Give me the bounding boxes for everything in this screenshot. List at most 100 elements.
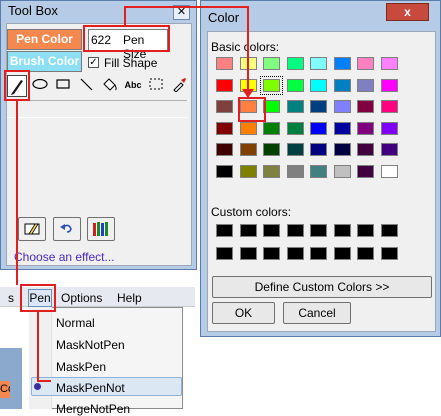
basic-color-swatch[interactable] [380, 164, 398, 178]
custom-color-swatch[interactable] [239, 247, 257, 260]
basic-color-swatch[interactable] [216, 164, 233, 178]
rectangle-tool-button[interactable] [54, 76, 72, 94]
fill-bucket-icon [103, 78, 117, 91]
custom-color-swatch[interactable] [263, 247, 280, 260]
pen-tool-annotation [4, 70, 30, 101]
background-window-strip [0, 348, 22, 409]
basic-color-swatch[interactable] [357, 121, 374, 135]
dropdown-item-normal[interactable]: Normal [56, 316, 95, 330]
basic-color-swatch[interactable] [357, 78, 374, 92]
menu-item-partial[interactable]: s [8, 291, 14, 305]
custom-color-swatch[interactable] [310, 224, 327, 237]
eraser-button[interactable] [18, 217, 46, 241]
line-icon [80, 78, 93, 91]
color-dialog-close-button[interactable]: x [386, 3, 429, 21]
custom-color-swatch[interactable] [216, 247, 233, 260]
cancel-button[interactable]: Cancel [283, 302, 351, 324]
basic-color-swatch[interactable] [333, 121, 351, 135]
basic-color-swatch[interactable] [310, 121, 327, 135]
menu-item-options[interactable]: Options [61, 291, 102, 305]
custom-color-swatch[interactable] [286, 247, 304, 260]
basic-color-swatch[interactable] [380, 57, 398, 70]
custom-color-swatch[interactable] [239, 224, 257, 237]
basic-color-swatch[interactable] [357, 164, 374, 178]
basic-color-swatch[interactable] [286, 143, 304, 156]
basic-color-swatch[interactable] [380, 78, 398, 92]
basic-color-swatch[interactable] [239, 121, 257, 135]
text-icon: Abc [124, 80, 142, 90]
basic-color-swatch[interactable] [333, 100, 351, 113]
dropdown-item-maskpennot[interactable]: MaskPenNot [56, 381, 125, 395]
basic-color-swatch[interactable] [333, 164, 351, 178]
custom-color-swatch[interactable] [263, 224, 280, 237]
custom-color-swatch[interactable] [333, 224, 351, 237]
basic-color-swatch[interactable] [310, 78, 327, 92]
dropdown-item-masknotpen[interactable]: MaskNotPen [56, 338, 125, 352]
select-icon [149, 78, 163, 90]
basic-color-swatch[interactable] [286, 164, 304, 178]
ok-button[interactable]: OK [212, 302, 275, 324]
ellipse-tool-button[interactable] [31, 76, 49, 94]
menu-item-help[interactable]: Help [117, 291, 142, 305]
selected-bullet-icon [34, 383, 41, 390]
define-custom-colors-button[interactable]: Define Custom Colors >> [212, 276, 432, 298]
basic-color-swatch[interactable] [333, 57, 351, 70]
basic-color-swatch[interactable] [216, 100, 233, 113]
select-tool-button[interactable] [147, 76, 165, 94]
fill-shape-checkbox[interactable]: ✓ [88, 57, 99, 68]
basic-color-swatch[interactable] [310, 57, 327, 70]
basic-color-swatch[interactable] [310, 143, 327, 156]
basic-color-swatch[interactable] [216, 57, 233, 70]
basic-color-swatch[interactable] [263, 121, 280, 135]
custom-color-swatch[interactable] [380, 247, 398, 260]
basic-color-swatch[interactable] [333, 143, 351, 156]
basic-color-swatch[interactable] [286, 57, 304, 70]
basic-color-swatch[interactable] [239, 143, 257, 156]
basic-color-swatch[interactable] [310, 164, 327, 178]
basic-color-swatch[interactable] [263, 143, 280, 156]
pen-color-button[interactable]: Pen Color [7, 29, 82, 50]
basic-color-swatch[interactable] [216, 143, 233, 156]
dropdown-item-maskpen[interactable]: MaskPen [56, 360, 106, 374]
basic-color-swatch[interactable] [260, 75, 283, 95]
basic-color-swatch[interactable] [216, 121, 233, 135]
text-tool-button[interactable]: Abc [122, 76, 144, 94]
basic-color-swatch[interactable] [357, 143, 374, 156]
basic-color-swatch[interactable] [380, 143, 398, 156]
custom-color-swatch[interactable] [333, 247, 351, 260]
brush-color-button[interactable]: Brush Color [7, 51, 82, 72]
basic-color-swatch[interactable] [357, 100, 374, 113]
rectangle-icon [56, 79, 70, 89]
basic-color-swatch[interactable] [216, 78, 233, 92]
custom-color-swatch[interactable] [286, 224, 304, 237]
basic-color-swatch[interactable] [333, 78, 351, 92]
custom-color-swatch[interactable] [357, 247, 374, 260]
basic-color-swatch[interactable] [286, 100, 304, 113]
crayons-icon [93, 222, 108, 236]
line-tool-button[interactable] [77, 76, 95, 94]
color-dialog-title: Color [208, 10, 240, 25]
eyedropper-tool-button[interactable] [170, 76, 188, 94]
basic-color-swatch[interactable] [286, 78, 304, 92]
basic-color-swatch[interactable] [310, 100, 327, 113]
basic-color-swatch[interactable] [380, 121, 398, 135]
basic-color-swatch[interactable] [357, 57, 374, 70]
basic-color-swatch[interactable] [263, 164, 280, 178]
annotation-arrow-icon [242, 89, 254, 98]
dropdown-item-mergenotpen[interactable]: MergeNotPen [56, 402, 130, 416]
custom-color-swatch[interactable] [216, 224, 233, 237]
choose-effect-link[interactable]: Choose an effect... [14, 250, 115, 264]
custom-color-swatch[interactable] [357, 224, 374, 237]
tool-divider [7, 100, 187, 118]
fill-tool-button[interactable] [100, 76, 118, 94]
background-color-button: Co [0, 381, 10, 398]
basic-color-swatch[interactable] [286, 121, 304, 135]
basic-color-swatch[interactable] [380, 100, 398, 113]
basic-color-swatch[interactable] [263, 57, 280, 70]
toolbox-title: Tool Box [8, 3, 58, 18]
custom-color-swatch[interactable] [310, 247, 327, 260]
undo-button[interactable] [53, 217, 81, 241]
custom-color-swatch[interactable] [380, 224, 398, 237]
basic-color-swatch[interactable] [239, 164, 257, 178]
crayons-button[interactable] [87, 217, 115, 241]
